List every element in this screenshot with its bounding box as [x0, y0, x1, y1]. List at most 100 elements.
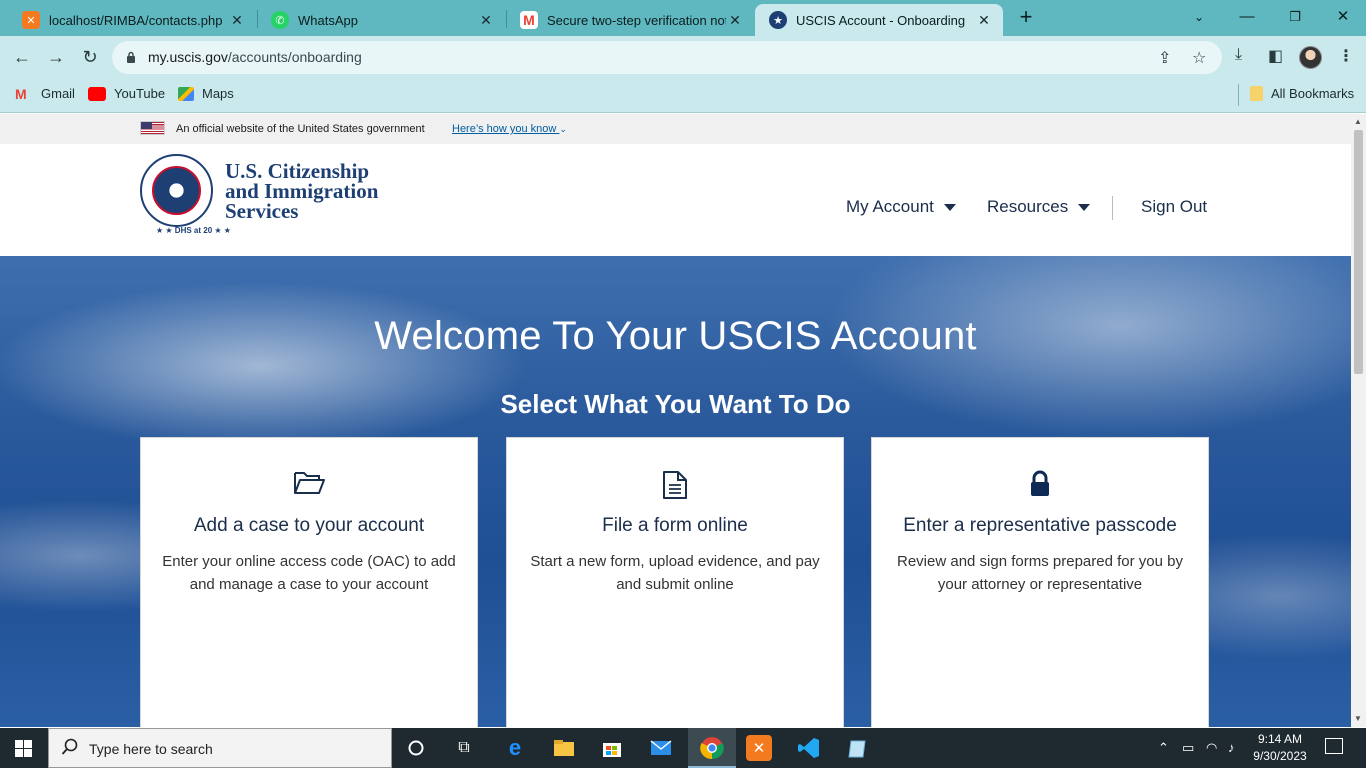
task-view-icon[interactable]: ⧉ [450, 734, 478, 762]
taskbar-clock[interactable]: 9:14 AM 9/30/2023 [1250, 731, 1310, 765]
window-close-icon[interactable]: ✕ [1320, 4, 1366, 30]
new-tab-button[interactable]: + [1014, 6, 1038, 30]
gov-banner-text: An official website of the United States… [176, 123, 425, 135]
whatsapp-icon: ✆ [271, 11, 289, 29]
folder-open-icon [141, 470, 477, 500]
card-add-case[interactable]: Add a case to your account Enter your on… [140, 437, 478, 727]
windows-taskbar: Type here to search ⧉ e ✕ ⌃ ▭ ◠ ♪ 9:14 A… [0, 728, 1366, 768]
url-text: my.uscis.gov/accounts/onboarding [148, 49, 362, 65]
all-bookmarks-label: All Bookmarks [1271, 86, 1355, 101]
notification-center-icon[interactable] [1325, 738, 1343, 754]
gmail-icon: M [520, 11, 538, 29]
microsoft-store-icon[interactable] [598, 734, 626, 762]
taskbar-search-box[interactable]: Type here to search [48, 728, 392, 768]
file-explorer-icon[interactable] [550, 734, 578, 762]
tab-title: Secure two-step verification not [547, 12, 726, 28]
windows-start-icon[interactable] [15, 740, 32, 757]
edge-icon[interactable]: e [501, 734, 529, 762]
bookmark-gmail[interactable]: M Gmail [15, 86, 75, 101]
cortana-icon[interactable] [402, 734, 430, 762]
card-description: Review and sign forms prepared for you b… [897, 553, 1183, 593]
minimize-icon[interactable]: — [1224, 4, 1270, 30]
scroll-up-icon[interactable]: ▲ [1354, 117, 1362, 126]
tab-rimba-contacts[interactable]: ✕ localhost/RIMBA/contacts.php ✕ [8, 4, 256, 36]
side-panel-icon[interactable]: ◧ [1268, 46, 1283, 66]
youtube-icon [88, 86, 106, 101]
nav-resources[interactable]: Resources [987, 197, 1091, 217]
vscode-icon[interactable] [795, 734, 823, 762]
page-title: Welcome To Your USCIS Account [374, 314, 977, 358]
tab-search-icon[interactable]: ⌄ [1176, 4, 1222, 30]
caret-down-icon [943, 203, 956, 211]
scroll-down-icon[interactable]: ▼ [1354, 714, 1362, 723]
page-scrollbar[interactable]: ▲ ▼ [1351, 114, 1366, 727]
hero-section: Welcome To Your USCIS Account Select Wha… [0, 256, 1351, 727]
card-title: Enter a representative passcode [903, 515, 1177, 536]
gov-banner: An official website of the United States… [0, 114, 1351, 144]
maps-icon [178, 86, 194, 101]
card-representative-passcode[interactable]: Enter a representative passcode Review a… [871, 437, 1209, 727]
volume-icon[interactable]: ♪ [1228, 740, 1235, 755]
clock-date: 9/30/2023 [1253, 749, 1307, 763]
site-header: ★ ★ DHS at 20 ★ ★ U.S. Citizenship and I… [0, 144, 1351, 256]
card-description: Start a new form, upload evidence, and p… [530, 553, 820, 593]
bookmark-label: Maps [202, 86, 234, 101]
heres-how-you-know-link[interactable]: Here’s how you know ⌄ [452, 123, 567, 135]
share-icon[interactable]: ⇪ [1158, 48, 1171, 68]
all-bookmarks[interactable]: All Bookmarks [1250, 86, 1354, 101]
profile-avatar[interactable] [1299, 46, 1322, 69]
card-title: Add a case to your account [193, 515, 425, 536]
tab-uscis-onboarding[interactable]: ★ USCIS Account - Onboarding ✕ [755, 4, 1003, 36]
close-icon[interactable]: ✕ [228, 12, 246, 29]
lock-icon [127, 51, 135, 63]
close-icon[interactable]: ✕ [477, 12, 495, 29]
nav-my-account[interactable]: My Account [846, 197, 956, 217]
bookmark-label: Gmail [41, 86, 75, 101]
gmail-icon: M [15, 85, 27, 102]
dhs-seal-icon: ★ [769, 11, 787, 29]
bookmark-youtube[interactable]: YouTube [88, 86, 165, 101]
back-icon[interactable]: ← [10, 45, 34, 69]
forward-icon[interactable]: → [44, 45, 68, 69]
bookmarks-divider [1238, 84, 1239, 106]
clock-time: 9:14 AM [1257, 732, 1303, 746]
agency-line: U.S. Citizenship [225, 159, 370, 183]
caret-down-icon [1078, 203, 1091, 211]
eagle-emblem [152, 166, 201, 215]
reload-icon[interactable]: ↻ [78, 45, 102, 69]
address-bar[interactable]: my.uscis.gov/accounts/onboarding ⇪ ☆ [112, 41, 1222, 74]
card-file-form[interactable]: File a form online Start a new form, upl… [506, 437, 844, 727]
chevron-down-icon: ⌄ [559, 124, 567, 134]
lock-icon [872, 470, 1208, 500]
menu-kebab-icon[interactable]: ⋮ [1338, 46, 1354, 66]
mail-icon[interactable] [647, 734, 675, 762]
browser-toolbar: ← → ↻ my.uscis.gov/accounts/onboarding ⇪… [0, 36, 1366, 78]
nav-label: Sign Out [1141, 197, 1208, 216]
chrome-icon[interactable] [698, 734, 726, 762]
wifi-icon[interactable]: ◠ [1206, 740, 1217, 756]
bookmark-label: YouTube [114, 86, 166, 101]
us-flag-icon [140, 121, 165, 135]
agency-name-logo[interactable]: U.S. Citizenship and Immigration Service… [225, 159, 378, 222]
close-icon[interactable]: ✕ [726, 12, 744, 29]
tab-title: localhost/RIMBA/contacts.php [49, 12, 223, 28]
bookmark-star-icon[interactable]: ☆ [1192, 48, 1206, 68]
bookmark-maps[interactable]: Maps [178, 86, 234, 101]
document-icon [507, 470, 843, 500]
nav-divider [1112, 196, 1113, 220]
restore-icon[interactable]: ❐ [1272, 4, 1318, 30]
close-icon[interactable]: ✕ [975, 12, 993, 29]
tab-gmail-verification[interactable]: M Secure two-step verification not ✕ [506, 4, 754, 36]
bookmarks-bar: M Gmail YouTube Maps All Bookmarks [0, 78, 1366, 113]
battery-icon[interactable]: ▭ [1182, 740, 1194, 756]
show-hidden-icons-icon[interactable]: ⌃ [1158, 740, 1169, 756]
sign-out-link[interactable]: Sign Out [1141, 197, 1207, 217]
scrollbar-thumb[interactable] [1354, 130, 1363, 374]
tab-whatsapp[interactable]: ✆ WhatsApp ✕ [257, 4, 505, 36]
tab-title: WhatsApp [298, 12, 358, 28]
notepad-icon[interactable] [844, 734, 872, 762]
dhs-seal-logo[interactable]: ★ ★ DHS at 20 ★ ★ [140, 154, 231, 235]
nav-label: Resources [987, 197, 1069, 216]
download-icon[interactable]: ⤓ [1235, 46, 1242, 64]
xampp-icon[interactable]: ✕ [746, 735, 772, 761]
